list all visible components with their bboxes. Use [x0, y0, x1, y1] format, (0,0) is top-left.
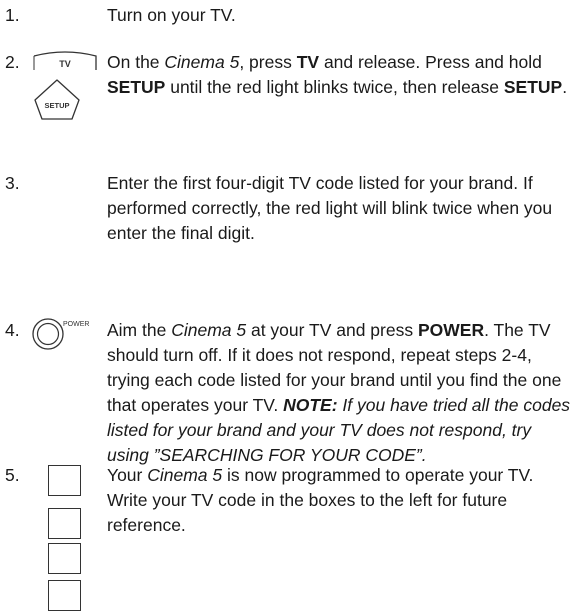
- step-4-body: Aim the Cinema 5 at your TV and press PO…: [107, 320, 571, 465]
- product-name: Cinema 5: [171, 320, 247, 340]
- product-name: Cinema 5: [147, 465, 223, 485]
- tv-key-icon: TV: [33, 51, 97, 70]
- step-4-number: 4.: [5, 320, 20, 340]
- tv-key-label: TV: [59, 59, 71, 69]
- power-key-label: POWER: [63, 321, 89, 328]
- key-name-setup: SETUP: [503, 77, 563, 97]
- step-2-text: On the Cinema 5, press TV and release. P…: [107, 50, 577, 100]
- step-1-text: Turn on your TV.: [107, 3, 577, 28]
- code-box-4[interactable]: [48, 580, 81, 611]
- key-name-setup: SETUP: [107, 77, 166, 97]
- key-name-power: POWER: [417, 320, 485, 340]
- step-2-number: 2.: [5, 52, 20, 72]
- step-1-body: Turn on your TV.: [107, 5, 236, 25]
- step-2-body: On the Cinema 5, press TV and release. P…: [107, 52, 568, 97]
- key-name-tv: TV: [296, 52, 320, 72]
- step-4-text: Aim the Cinema 5 at your TV and press PO…: [107, 318, 577, 468]
- power-key-icon: POWER: [32, 318, 89, 350]
- step-3-body: Enter the first four-digit TV code liste…: [107, 173, 553, 243]
- setup-key-icon: SETUP: [34, 79, 80, 120]
- step-1-number: 1.: [5, 5, 20, 25]
- code-box-1[interactable]: [48, 465, 81, 496]
- step-3-text: Enter the first four-digit TV code liste…: [107, 171, 577, 246]
- step-3-number: 3.: [5, 173, 20, 193]
- code-box-2[interactable]: [48, 508, 81, 539]
- code-box-3[interactable]: [48, 543, 81, 574]
- step-5-body: Your Cinema 5 is now programmed to opera…: [107, 465, 534, 535]
- step-5-number: 5.: [5, 465, 20, 485]
- note-label: NOTE:: [283, 395, 338, 415]
- setup-key-label: SETUP: [44, 101, 69, 110]
- step-5-text: Your Cinema 5 is now programmed to opera…: [107, 463, 577, 538]
- product-name: Cinema 5: [164, 52, 240, 72]
